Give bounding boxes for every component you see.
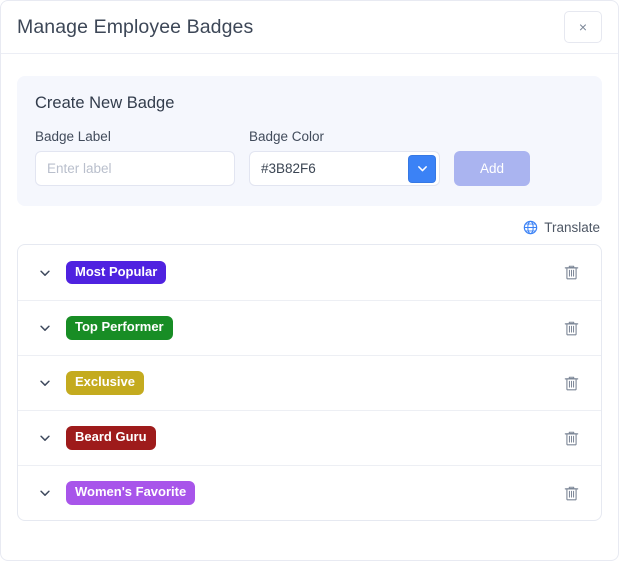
table-row: Most Popular: [18, 245, 601, 300]
badge-label-field-group: Badge Label: [35, 129, 235, 186]
trash-icon[interactable]: [559, 481, 583, 505]
table-row: Top Performer: [18, 300, 601, 355]
trash-icon[interactable]: [559, 316, 583, 340]
badge-list: Most Popular Top Performer Exclusive Bea…: [17, 244, 602, 521]
create-new-badge-panel: Create New Badge Badge Label Badge Color…: [17, 76, 602, 206]
trash-icon[interactable]: [559, 261, 583, 285]
badge-color-field-group: Badge Color #3B82F6: [249, 129, 440, 186]
chevron-down-icon[interactable]: [34, 482, 56, 504]
create-fields-row: Badge Label Badge Color #3B82F6 Add: [35, 129, 584, 186]
modal-body: Create New Badge Badge Label Badge Color…: [1, 54, 618, 521]
badge-pill: Women's Favorite: [66, 481, 196, 505]
trash-icon[interactable]: [559, 371, 583, 395]
globe-icon: [523, 220, 538, 235]
badge-pill: Most Popular: [66, 260, 167, 285]
color-swatch-button[interactable]: [408, 154, 436, 183]
badge-color-label: Badge Color: [249, 129, 325, 144]
table-row: Women's Favorite: [18, 465, 601, 520]
chevron-down-icon[interactable]: [34, 262, 56, 284]
modal-header: Manage Employee Badges ×: [1, 1, 618, 54]
manage-badges-modal: Manage Employee Badges × Create New Badg…: [0, 0, 619, 561]
table-row: Beard Guru: [18, 410, 601, 465]
create-panel-title: Create New Badge: [35, 94, 175, 112]
badge-pill: Beard Guru: [66, 426, 156, 450]
page-title: Manage Employee Badges: [17, 15, 254, 38]
translate-label: Translate: [544, 220, 600, 235]
chevron-down-icon[interactable]: [34, 317, 56, 339]
close-button[interactable]: ×: [564, 11, 602, 43]
chevron-down-icon[interactable]: [34, 427, 56, 449]
badge-label-input[interactable]: [35, 151, 235, 186]
badge-pill: Top Performer: [66, 316, 173, 340]
badge-label-label: Badge Label: [35, 129, 111, 144]
add-badge-button[interactable]: Add: [454, 151, 530, 186]
trash-icon[interactable]: [559, 426, 583, 450]
chevron-down-icon[interactable]: [34, 372, 56, 394]
table-row: Exclusive: [18, 355, 601, 410]
badge-pill: Exclusive: [66, 371, 144, 395]
translate-row: Translate: [17, 220, 600, 235]
badge-color-control[interactable]: #3B82F6: [249, 151, 440, 186]
close-icon: ×: [578, 19, 588, 35]
badge-color-value: #3B82F6: [261, 161, 316, 176]
translate-button[interactable]: Translate: [523, 220, 600, 235]
